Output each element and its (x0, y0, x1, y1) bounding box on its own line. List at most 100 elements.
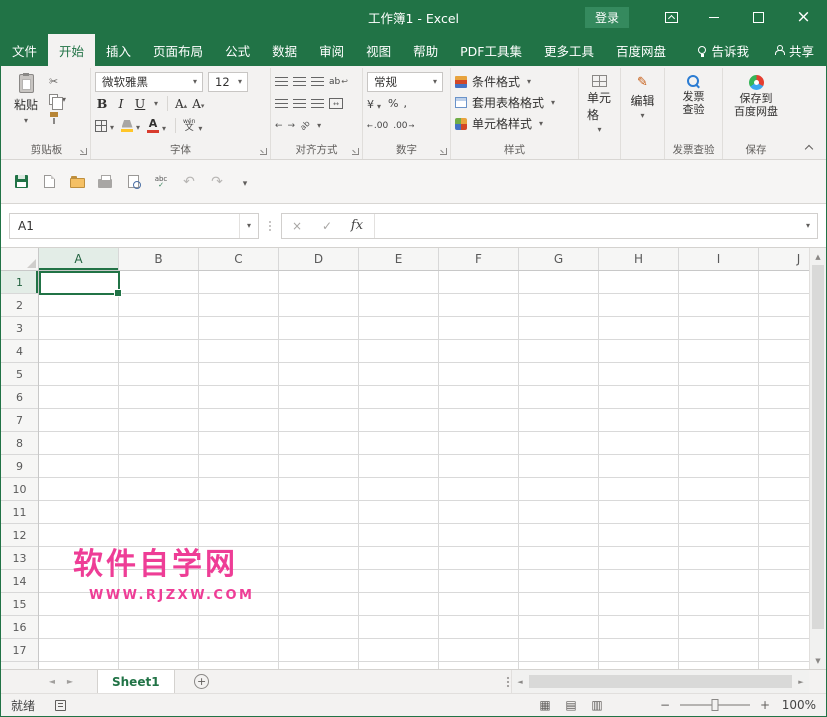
minimize-button[interactable] (691, 1, 736, 34)
column-header-I[interactable]: I (679, 248, 759, 270)
align-center-button[interactable] (293, 99, 306, 108)
column-header-H[interactable]: H (599, 248, 679, 270)
scroll-up-arrow-icon[interactable]: ▲ (810, 249, 826, 264)
underline-button[interactable]: U (133, 96, 147, 111)
middle-align-button[interactable] (293, 77, 306, 86)
merge-center-button[interactable] (329, 98, 343, 109)
cut-button[interactable] (49, 73, 68, 89)
align-left-button[interactable] (275, 99, 288, 108)
row-header-10[interactable]: 10 (1, 478, 38, 501)
tab-file[interactable]: 文件 (1, 34, 48, 66)
number-format-select[interactable]: 常规 (367, 72, 443, 92)
horizontal-scroll-thumb[interactable] (529, 675, 792, 688)
decrease-font-size-button[interactable]: A (192, 97, 204, 111)
column-header-A[interactable]: A (39, 248, 119, 270)
decrease-decimal-button[interactable]: .00 (393, 121, 414, 131)
number-dialog-launcher[interactable] (440, 148, 447, 155)
orientation-button[interactable]: ab (298, 119, 311, 132)
new-button[interactable] (35, 168, 63, 196)
name-box-dropdown[interactable] (239, 214, 258, 238)
cells-button[interactable]: 单元格 (583, 71, 616, 134)
phonetic-guide-button[interactable]: wén文 (183, 119, 204, 133)
row-header-13[interactable]: 13 (1, 547, 38, 570)
collapse-ribbon-button[interactable] (800, 140, 818, 154)
format-painter-button[interactable] (49, 111, 68, 127)
row-header-15[interactable]: 15 (1, 593, 38, 616)
name-box[interactable]: A1 (9, 213, 259, 239)
new-sheet-button[interactable]: + (189, 670, 215, 693)
row-header-1[interactable]: 1 (1, 271, 38, 294)
select-all-button[interactable] (1, 248, 39, 271)
row-header-16[interactable]: 16 (1, 616, 38, 639)
row-header-17[interactable]: 17 (1, 639, 38, 662)
row-header-7[interactable]: 7 (1, 409, 38, 432)
conditional-formatting-button[interactable]: 条件格式 (455, 71, 574, 92)
maximize-button[interactable] (736, 1, 781, 34)
tab-page-layout[interactable]: 页面布局 (142, 34, 214, 66)
row-header-6[interactable]: 6 (1, 386, 38, 409)
enter-button[interactable]: ✓ (312, 219, 342, 233)
font-color-button[interactable]: A (147, 119, 168, 133)
format-as-table-button[interactable]: 套用表格格式 (455, 92, 574, 113)
align-right-button[interactable] (311, 99, 324, 108)
scroll-right-arrow-icon[interactable]: ► (793, 678, 809, 686)
wrap-text-button[interactable]: ab (329, 77, 348, 87)
row-header-11[interactable]: 11 (1, 501, 38, 524)
login-button[interactable]: 登录 (585, 7, 629, 28)
font-dialog-launcher[interactable] (260, 148, 267, 155)
page-break-preview-button[interactable]: ▥ (584, 695, 610, 715)
increase-decimal-button[interactable]: .00 (367, 121, 388, 131)
tab-review[interactable]: 审阅 (308, 34, 355, 66)
row-header-9[interactable]: 9 (1, 455, 38, 478)
scroll-down-arrow-icon[interactable]: ▼ (810, 653, 826, 668)
cells-area[interactable]: 软件自学网 WWW.RJZXW.COM (39, 271, 809, 669)
column-header-G[interactable]: G (519, 248, 599, 270)
column-header-J[interactable]: J (759, 248, 809, 270)
sheet-nav-left-icon[interactable]: ◄ (43, 670, 61, 693)
copy-button[interactable] (49, 92, 68, 108)
row-header-12[interactable]: 12 (1, 524, 38, 547)
percent-style-button[interactable]: % (388, 97, 398, 110)
record-macro-icon[interactable] (55, 700, 66, 711)
tab-pdf-toolkit[interactable]: PDF工具集 (449, 34, 533, 66)
sheet-nav-right-icon[interactable]: ► (61, 670, 79, 693)
row-header-3[interactable]: 3 (1, 317, 38, 340)
zoom-level-label[interactable]: 100% (774, 698, 816, 712)
customize-button[interactable] (231, 168, 259, 196)
cancel-button[interactable]: × (282, 219, 312, 233)
column-header-D[interactable]: D (279, 248, 359, 270)
font-name-select[interactable]: 微软雅黑 (95, 72, 203, 92)
undo-button[interactable] (175, 168, 203, 196)
open-button[interactable] (63, 168, 91, 196)
spelling-button[interactable] (147, 168, 175, 196)
redo-button[interactable] (203, 168, 231, 196)
zoom-out-button[interactable]: − (656, 698, 674, 712)
paste-button[interactable]: 粘贴 (7, 71, 45, 128)
row-header-14[interactable]: 14 (1, 570, 38, 593)
increase-indent-button[interactable] (288, 121, 296, 131)
bold-button[interactable]: B (95, 96, 109, 111)
decrease-indent-button[interactable] (275, 121, 283, 131)
row-header-2[interactable]: 2 (1, 294, 38, 317)
row-header-8[interactable]: 8 (1, 432, 38, 455)
page-layout-view-button[interactable]: ▤ (558, 695, 584, 715)
tab-help[interactable]: 帮助 (402, 34, 449, 66)
top-align-button[interactable] (275, 77, 288, 86)
row-header-4[interactable]: 4 (1, 340, 38, 363)
tell-me-button[interactable]: 告诉我 (698, 41, 749, 60)
tab-data[interactable]: 数据 (261, 34, 308, 66)
formula-bar-resize-handle[interactable] (264, 221, 276, 231)
zoom-slider[interactable] (680, 704, 750, 706)
tab-insert[interactable]: 插入 (95, 34, 142, 66)
zoom-slider-thumb[interactable] (712, 699, 719, 711)
sheet-tab-sheet1[interactable]: Sheet1 (97, 670, 175, 693)
tab-view[interactable]: 视图 (355, 34, 402, 66)
formula-input[interactable] (377, 214, 799, 238)
alignment-dialog-launcher[interactable] (352, 148, 359, 155)
tab-more-tools[interactable]: 更多工具 (533, 34, 605, 66)
share-button[interactable]: 共享 (775, 41, 814, 60)
expand-formula-bar-button[interactable] (799, 221, 817, 230)
vertical-scroll-thumb[interactable] (812, 265, 824, 629)
editing-button[interactable]: 编辑 (625, 71, 660, 120)
normal-view-button[interactable]: ▦ (532, 695, 558, 715)
